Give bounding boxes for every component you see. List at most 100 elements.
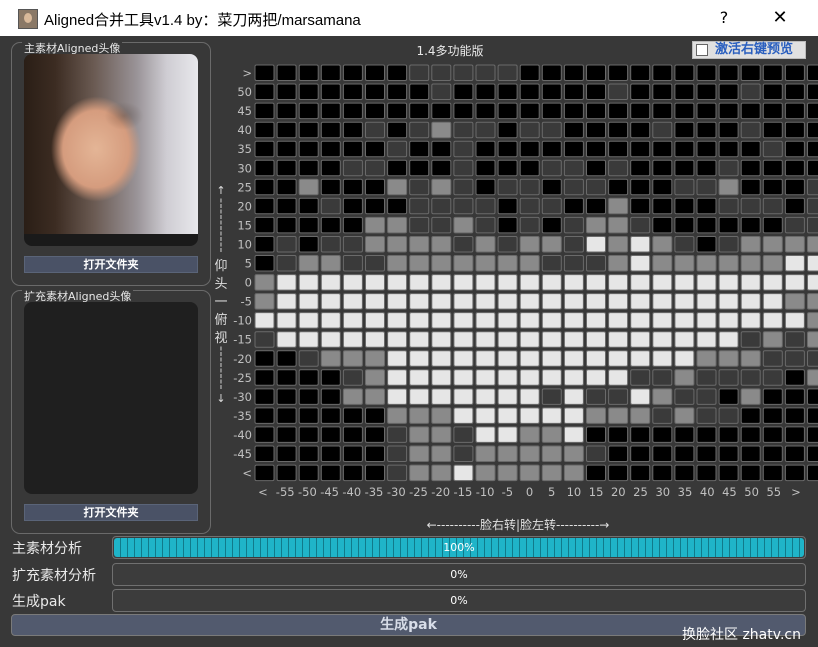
- grid-cell[interactable]: [320, 312, 341, 329]
- grid-cell[interactable]: [365, 64, 385, 81]
- grid-cell[interactable]: [276, 64, 297, 81]
- grid-cell[interactable]: [342, 159, 363, 177]
- grid-cell[interactable]: [762, 464, 783, 482]
- grid-cell[interactable]: [807, 140, 818, 158]
- grid-cell[interactable]: [276, 121, 297, 139]
- grid-cell[interactable]: [298, 102, 319, 120]
- grid-cell[interactable]: [276, 331, 297, 348]
- grid-cell[interactable]: [608, 312, 629, 329]
- grid-cell[interactable]: [563, 312, 584, 329]
- grid-cell[interactable]: [807, 369, 818, 386]
- grid-cell[interactable]: [320, 121, 341, 139]
- grid-cell[interactable]: [563, 274, 584, 291]
- grid-cell[interactable]: [342, 236, 363, 253]
- grid-cell[interactable]: [453, 350, 474, 367]
- grid-cell[interactable]: [276, 255, 297, 272]
- grid-cell[interactable]: [475, 159, 496, 177]
- grid-cell[interactable]: [298, 350, 319, 367]
- grid-cell[interactable]: [475, 350, 496, 367]
- grid-cell[interactable]: [320, 255, 341, 272]
- grid-cell[interactable]: [674, 350, 695, 367]
- grid-cell[interactable]: [453, 331, 474, 348]
- grid-cell[interactable]: [696, 102, 717, 120]
- grid-cell[interactable]: [453, 312, 474, 329]
- grid-cell[interactable]: [409, 407, 430, 424]
- grid-cell[interactable]: [674, 312, 695, 329]
- grid-cell[interactable]: [784, 369, 805, 386]
- grid-cell[interactable]: [652, 350, 673, 367]
- grid-cell[interactable]: [387, 350, 408, 367]
- grid-cell[interactable]: [541, 216, 562, 234]
- grid-cell[interactable]: [342, 121, 363, 139]
- grid-cell[interactable]: [740, 255, 761, 272]
- grid-cell[interactable]: [718, 121, 739, 139]
- grid-cell[interactable]: [497, 255, 518, 272]
- grid-cell[interactable]: [586, 274, 606, 291]
- grid-cell[interactable]: [431, 178, 452, 196]
- grid-cell[interactable]: [740, 293, 761, 310]
- grid-cell[interactable]: [342, 64, 363, 81]
- grid-cell[interactable]: [784, 83, 805, 100]
- grid-cell[interactable]: [298, 236, 319, 253]
- grid-cell[interactable]: [453, 102, 474, 120]
- grid-cell[interactable]: [784, 140, 805, 158]
- grid-cell[interactable]: [320, 445, 341, 462]
- grid-cell[interactable]: [519, 178, 540, 196]
- grid-cell[interactable]: [387, 197, 408, 215]
- grid-cell[interactable]: [276, 407, 297, 424]
- grid-cell[interactable]: [718, 407, 739, 424]
- grid-cell[interactable]: [563, 331, 584, 348]
- grid-cell[interactable]: [365, 236, 385, 253]
- grid-cell[interactable]: [342, 102, 363, 120]
- grid-cell[interactable]: [740, 388, 761, 405]
- grid-cell[interactable]: [409, 197, 430, 215]
- grid-cell[interactable]: [541, 369, 562, 386]
- grid-cell[interactable]: [608, 178, 629, 196]
- grid-cell[interactable]: [409, 140, 430, 158]
- grid-cell[interactable]: [342, 388, 363, 405]
- grid-cell[interactable]: [740, 350, 761, 367]
- grid-cell[interactable]: [387, 121, 408, 139]
- grid-cell[interactable]: [652, 102, 673, 120]
- grid-cell[interactable]: [342, 255, 363, 272]
- grid-cell[interactable]: [807, 216, 818, 234]
- grid-cell[interactable]: [784, 255, 805, 272]
- grid-cell[interactable]: [630, 312, 651, 329]
- grid-cell[interactable]: [630, 293, 651, 310]
- grid-cell[interactable]: [387, 178, 408, 196]
- grid-cell[interactable]: [608, 369, 629, 386]
- grid-cell[interactable]: [497, 64, 518, 81]
- grid-cell[interactable]: [409, 331, 430, 348]
- grid-cell[interactable]: [541, 102, 562, 120]
- grid-cell[interactable]: [475, 445, 496, 462]
- grid-cell[interactable]: [652, 197, 673, 215]
- grid-cell[interactable]: [652, 464, 673, 482]
- grid-cell[interactable]: [696, 64, 717, 81]
- grid-cell[interactable]: [762, 293, 783, 310]
- grid-cell[interactable]: [807, 121, 818, 139]
- grid-cell[interactable]: [431, 464, 452, 482]
- grid-cell[interactable]: [254, 83, 275, 100]
- grid-cell[interactable]: [365, 464, 385, 482]
- grid-cell[interactable]: [298, 83, 319, 100]
- grid-cell[interactable]: [740, 312, 761, 329]
- grid-cell[interactable]: [718, 350, 739, 367]
- grid-cell[interactable]: [475, 369, 496, 386]
- grid-cell[interactable]: [718, 140, 739, 158]
- grid-cell[interactable]: [298, 445, 319, 462]
- grid-cell[interactable]: [409, 102, 430, 120]
- grid-cell[interactable]: [497, 293, 518, 310]
- grid-cell[interactable]: [563, 159, 584, 177]
- grid-cell[interactable]: [387, 369, 408, 386]
- grid-cell[interactable]: [608, 140, 629, 158]
- grid-cell[interactable]: [807, 312, 818, 329]
- grid-cell[interactable]: [740, 121, 761, 139]
- grid-cell[interactable]: [696, 293, 717, 310]
- grid-cell[interactable]: [762, 140, 783, 158]
- grid-cell[interactable]: [254, 445, 275, 462]
- grid-cell[interactable]: [563, 121, 584, 139]
- grid-cell[interactable]: [652, 274, 673, 291]
- grid-cell[interactable]: [342, 426, 363, 443]
- grid-cell[interactable]: [586, 64, 606, 81]
- grid-cell[interactable]: [320, 426, 341, 443]
